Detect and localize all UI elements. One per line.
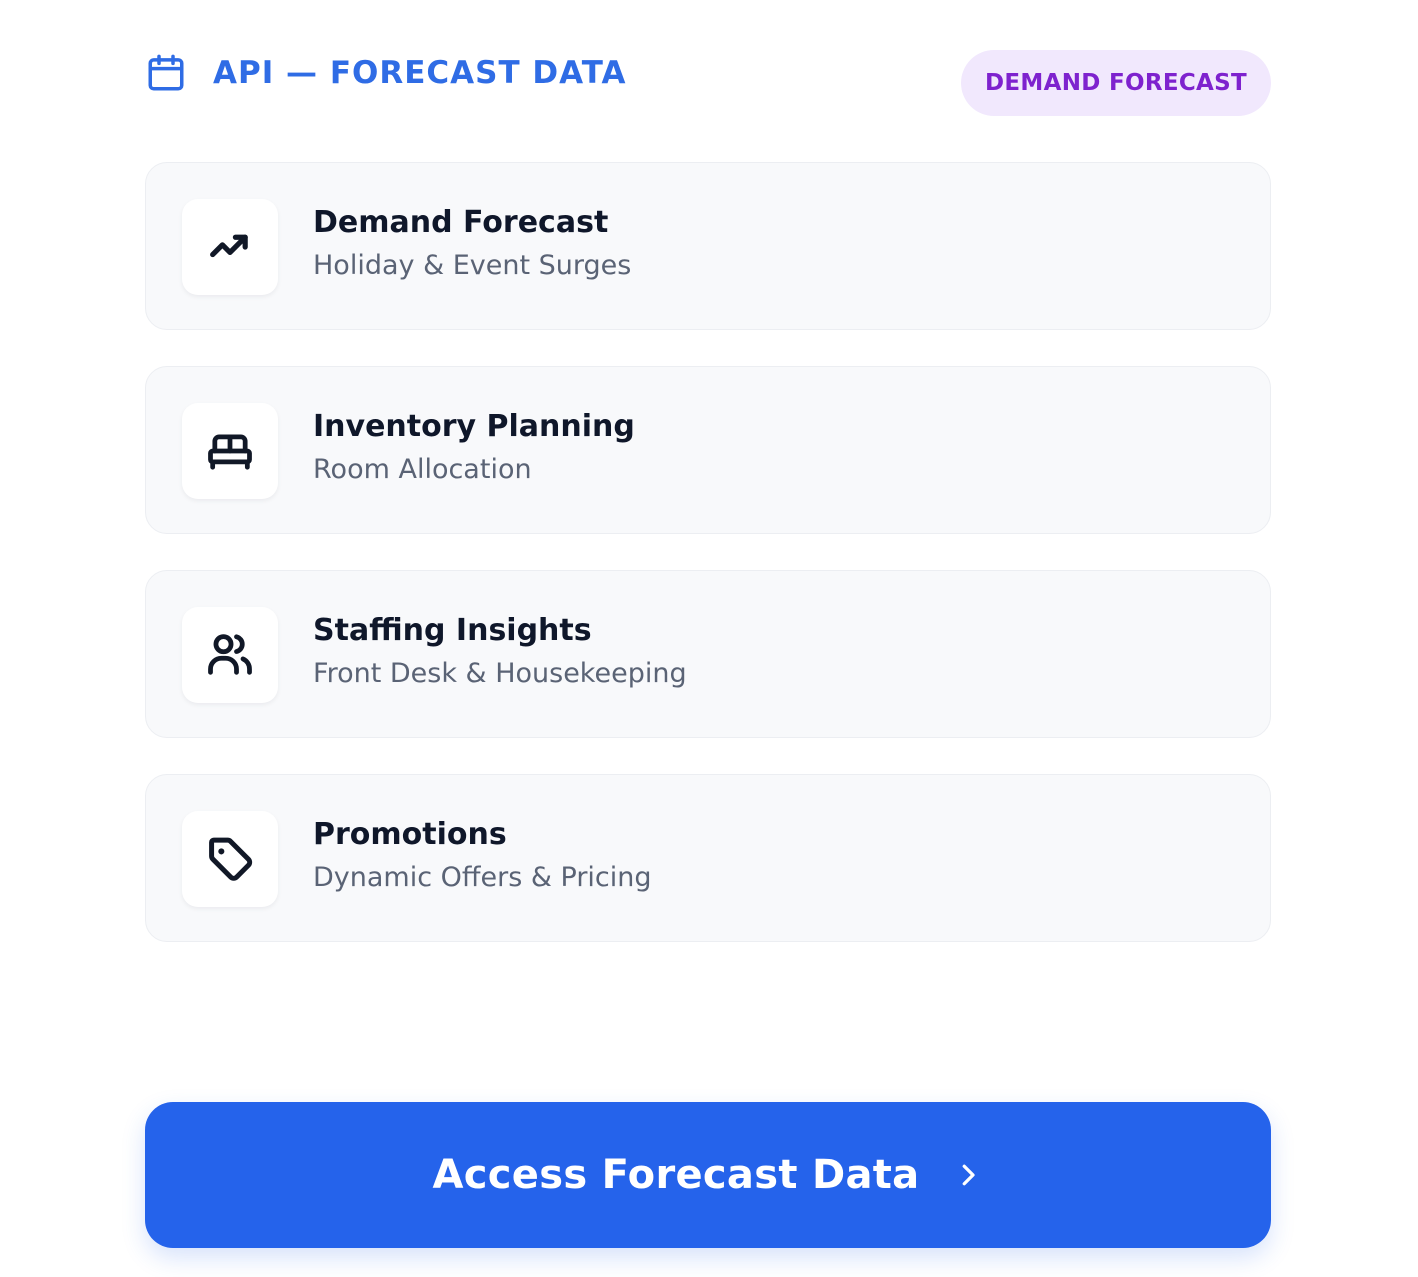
card-staffing-insights[interactable]: Staffing Insights Front Desk & Housekeep… xyxy=(145,570,1271,738)
card-icon-container xyxy=(182,607,278,703)
header-title-group: API — FORECAST DATA xyxy=(145,52,626,94)
bed-icon xyxy=(208,434,252,470)
card-subtitle: Room Allocation xyxy=(313,454,532,485)
card-subtitle: Dynamic Offers & Pricing xyxy=(313,862,652,893)
card-subtitle: Front Desk & Housekeeping xyxy=(313,658,687,689)
users-icon xyxy=(208,634,252,675)
card-icon-container xyxy=(182,403,278,499)
trending-up-icon xyxy=(210,234,248,258)
card-text: Inventory Planning Room Allocation xyxy=(313,405,635,491)
chevron-right-icon xyxy=(963,1164,976,1186)
card-icon-container xyxy=(182,199,278,295)
header: API — FORECAST DATA DEMAND FORECAST xyxy=(145,50,1271,116)
card-title: Promotions xyxy=(313,817,507,852)
card-promotions[interactable]: Promotions Dynamic Offers & Pricing xyxy=(145,774,1271,942)
page-title: API — FORECAST DATA xyxy=(213,55,627,91)
card-title: Inventory Planning xyxy=(313,409,635,444)
tag-icon xyxy=(209,837,253,881)
card-demand-forecast[interactable]: Demand Forecast Holiday & Event Surges xyxy=(145,162,1271,330)
button-label: Access Forecast Data xyxy=(432,1152,920,1198)
card-icon-container xyxy=(182,811,278,907)
card-text: Staffing Insights Front Desk & Housekeep… xyxy=(313,609,687,695)
card-title: Demand Forecast xyxy=(313,205,609,240)
access-forecast-data-button[interactable]: Access Forecast Data xyxy=(145,1102,1271,1248)
calendar-icon xyxy=(148,54,184,91)
card-title: Staffing Insights xyxy=(313,613,592,648)
card-text: Promotions Dynamic Offers & Pricing xyxy=(313,813,652,899)
card-text: Demand Forecast Holiday & Event Surges xyxy=(313,201,631,287)
status-badge: DEMAND FORECAST xyxy=(961,50,1271,116)
card-subtitle: Holiday & Event Surges xyxy=(313,250,632,281)
card-inventory-planning[interactable]: Inventory Planning Room Allocation xyxy=(145,366,1271,534)
